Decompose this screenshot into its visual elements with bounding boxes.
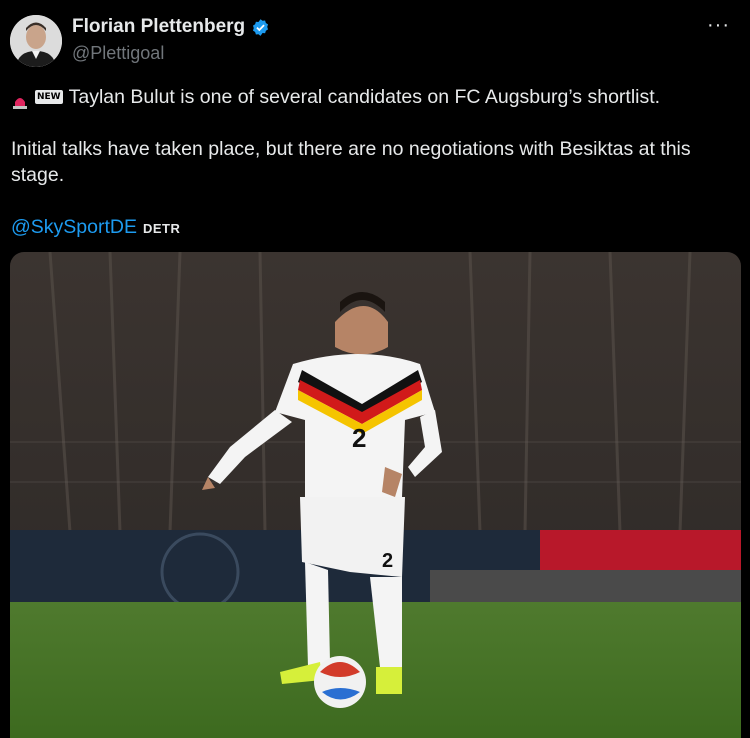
shorts-number: 2	[382, 550, 393, 572]
author-row: Florian Plettenberg	[72, 16, 270, 38]
tag-label: DETR	[143, 221, 181, 236]
tweet-line-3: @SkySportDE DETR	[11, 214, 731, 242]
football-player-photo: 2 2	[10, 252, 741, 738]
more-icon[interactable]: ···	[707, 14, 730, 37]
siren-emoji	[11, 90, 29, 109]
verified-badge-icon	[251, 18, 270, 37]
avatar[interactable]	[10, 15, 62, 67]
shirt-number: 2	[352, 423, 366, 453]
author-handle[interactable]: @Plettigoal	[72, 43, 164, 64]
mention-link[interactable]: @SkySportDE	[11, 214, 137, 240]
author-name[interactable]: Florian Plettenberg	[72, 16, 245, 38]
tweet-photo[interactable]: 2 2	[10, 252, 741, 738]
tweet-text: NEW Taylan Bulut is one of several candi…	[11, 84, 731, 242]
tweet-line-2: Initial talks have taken place, but ther…	[11, 138, 691, 186]
tweet-line-1-text: Taylan Bulut is one of several candidate…	[68, 86, 661, 108]
tweet-line-1: NEW Taylan Bulut is one of several candi…	[11, 84, 731, 110]
new-emoji: NEW	[35, 90, 63, 104]
avatar-image	[10, 15, 62, 67]
